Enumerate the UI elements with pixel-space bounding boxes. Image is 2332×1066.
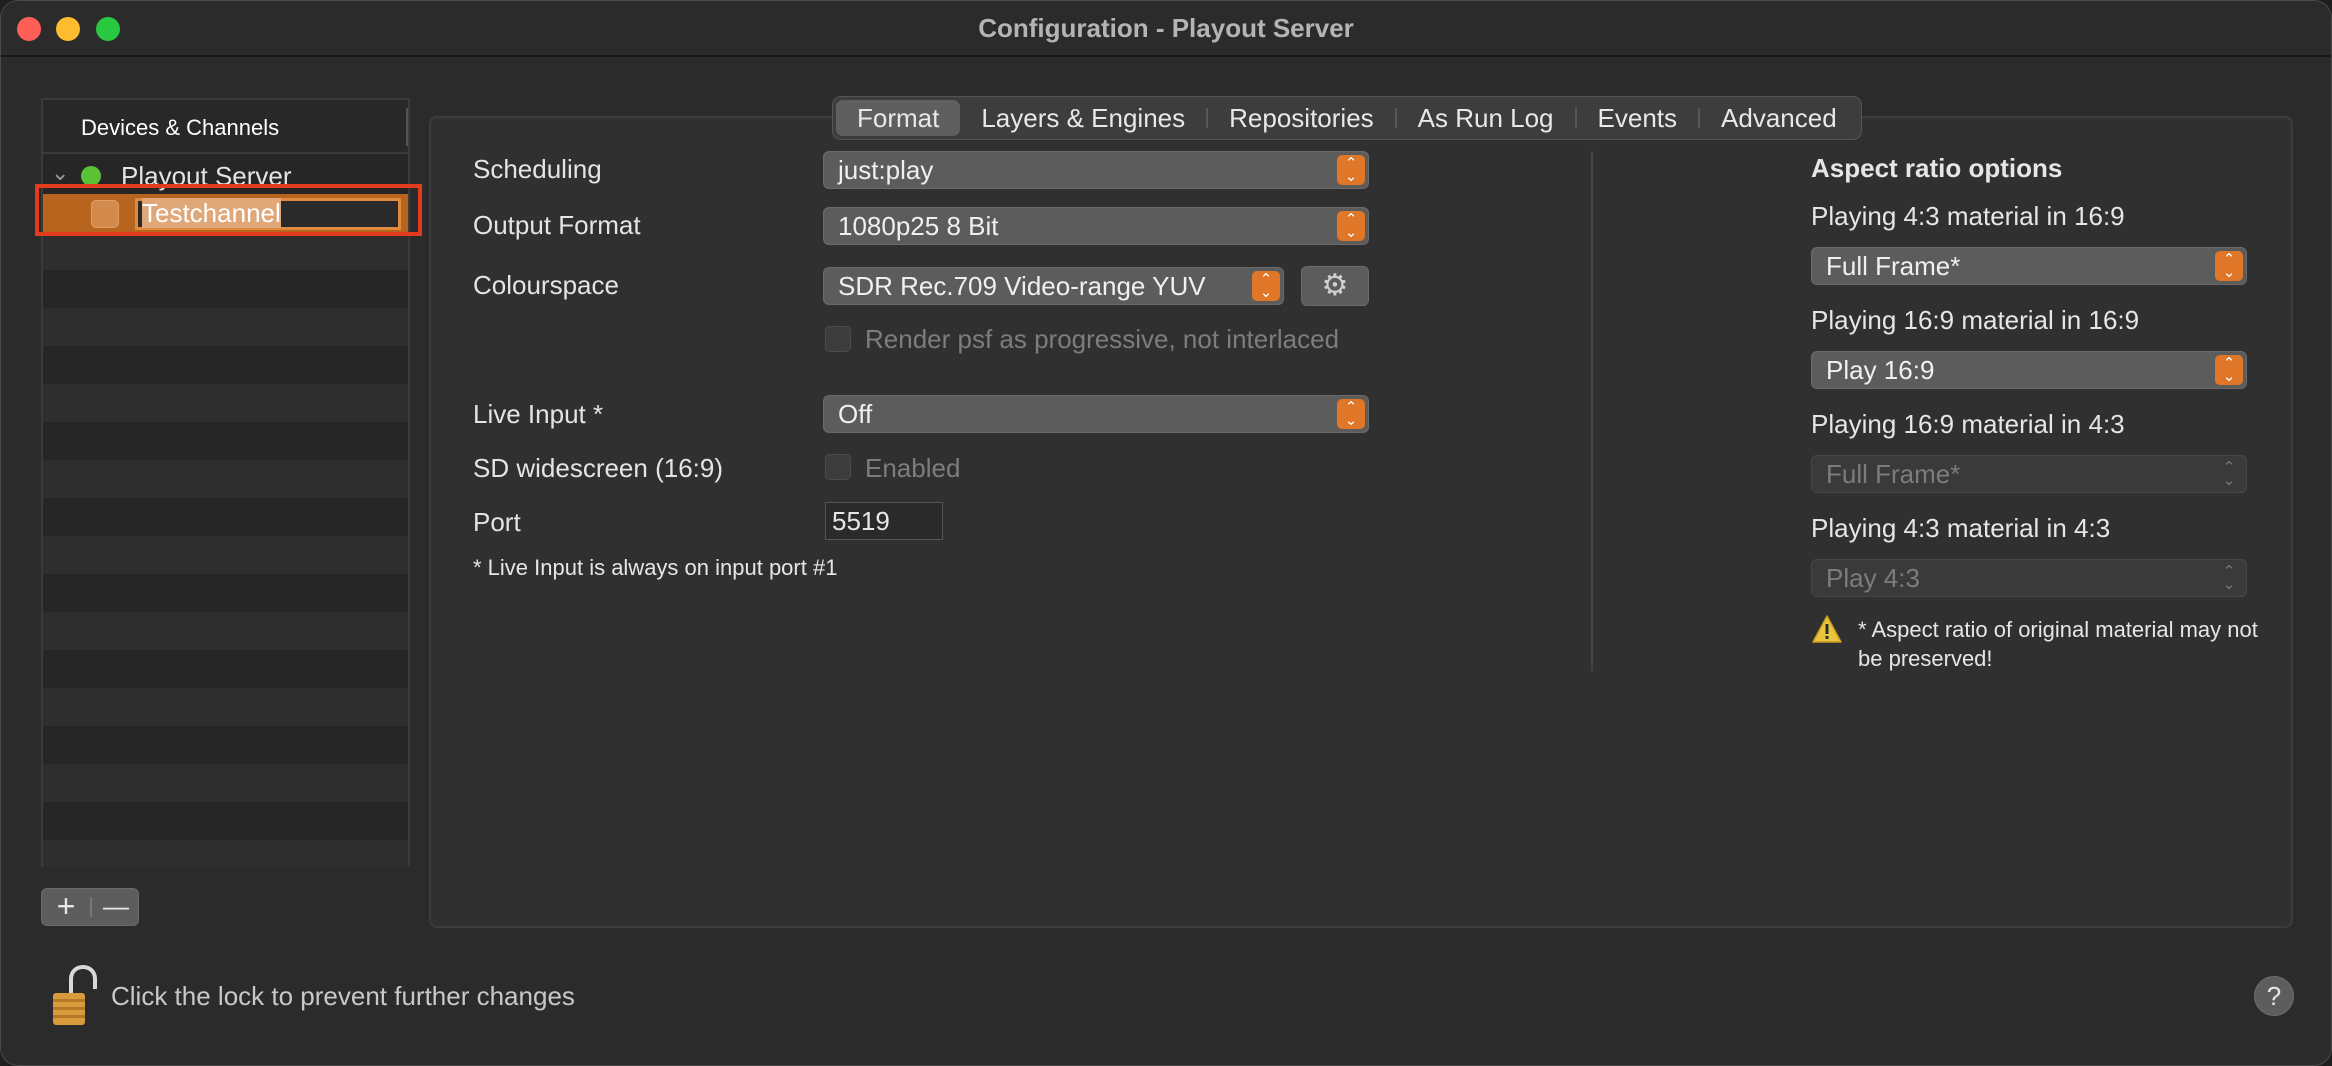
list-stripe [43,232,408,270]
aspect-select-value: Full Frame* [1826,459,1961,489]
sd-widescreen-checkbox[interactable] [825,454,851,480]
colourspace-value: SDR Rec.709 Video-range YUV [838,271,1206,301]
status-dot-icon [81,166,101,186]
list-stripe [43,612,408,650]
live-input-note: * Live Input is always on input port #1 [473,555,838,580]
sd-widescreen-enabled-label: Enabled [865,453,961,483]
list-header: Devices & Channels [43,100,408,154]
list-stripe [43,840,408,867]
stepper-icon: ⌃ ⌄ [1337,211,1365,241]
stepper-icon: ⌃ ⌄ [2222,459,2236,489]
tab-advanced[interactable]: Advanced [1700,100,1858,136]
lock-status-text: Click the lock to prevent further change… [111,981,575,1011]
list-stripe [43,460,408,498]
tab-layers-engines[interactable]: Layers & Engines [960,100,1206,136]
tab-as-run-log[interactable]: As Run Log [1397,100,1575,136]
output-format-select[interactable]: 1080p25 8 Bit ⌃ ⌄ [823,207,1369,245]
help-button[interactable]: ? [2254,976,2294,1016]
scheduling-label: Scheduling [473,154,602,184]
aspect-title: Aspect ratio options [1811,153,2063,183]
tab-format[interactable]: Format [836,100,961,136]
tab-repositories[interactable]: Repositories [1208,100,1395,136]
warning-icon [1812,615,1842,643]
list-stripe [43,688,408,726]
stepper-icon: ⌃ ⌄ [1337,155,1365,185]
list-stripe [43,536,408,574]
title-bar: Configuration - Playout Server [1,1,2331,57]
port-label: Port [473,507,521,537]
colourspace-label: Colourspace [473,270,619,300]
stepper-icon: ⌃ ⌄ [1252,271,1280,301]
add-remove-control: + — [41,888,139,926]
port-input[interactable]: 5519 [825,502,943,540]
aspect-option-label: Playing 4:3 material in 16:9 [1811,201,2125,231]
sd-widescreen-label: SD widescreen (16:9) [473,453,723,483]
aspect-option-label: Playing 4:3 material in 4:3 [1811,513,2111,543]
stepper-icon: ⌃ ⌄ [2215,355,2243,385]
aspect-warning-text: * Aspect ratio of original material may … [1858,617,2258,671]
tab-events[interactable]: Events [1577,100,1699,136]
aspect-4-3-in-16-9-select[interactable]: Full Frame* ⌃ ⌄ [1811,247,2247,285]
list-stripe [43,308,408,346]
scheduling-select[interactable]: just:play ⌃ ⌄ [823,151,1369,189]
aspect-select-value: Full Frame* [1826,251,1961,281]
colourspace-select[interactable]: SDR Rec.709 Video-range YUV ⌃ ⌄ [823,267,1284,305]
aspect-16-9-in-4-3-select: Full Frame* ⌃ ⌄ [1811,455,2247,493]
configuration-window: Configuration - Playout Server Devices &… [0,0,2332,1066]
list-stripe [43,764,408,802]
aspect-option-label: Playing 16:9 material in 16:9 [1811,305,2140,335]
lock-open-icon[interactable] [51,965,99,1027]
list-stripe [43,384,408,422]
aspect-select-value: Play 16:9 [1826,355,1935,385]
live-input-value: Off [838,399,873,429]
aspect-option-label: Playing 16:9 material in 4:3 [1811,409,2125,439]
stepper-icon: ⌃ ⌄ [2215,251,2243,281]
output-format-label: Output Format [473,210,641,240]
scheduling-value: just:play [838,155,934,185]
list-header-label: Devices & Channels [81,115,280,140]
vertical-divider [1591,151,1593,671]
output-format-value: 1080p25 8 Bit [838,211,999,241]
remove-channel-button[interactable]: — [92,889,140,925]
live-input-label: Live Input * [473,399,604,429]
stepper-icon: ⌃ ⌄ [1337,399,1365,429]
render-psf-label: Render psf as progressive, not interlace… [865,324,1340,354]
tab-bar: Format Layers & Engines Repositories As … [832,96,1862,140]
column-divider [406,108,408,146]
colourspace-settings-button[interactable]: ⚙ [1301,266,1369,306]
window-title: Configuration - Playout Server [978,13,1354,43]
add-channel-button[interactable]: + [42,889,90,925]
aspect-select-value: Play 4:3 [1826,563,1920,593]
chevron-down-icon[interactable]: ⌄ [51,160,69,186]
highlight-annotation [35,184,422,236]
aspect-16-9-in-16-9-select[interactable]: Play 16:9 ⌃ ⌄ [1811,351,2247,389]
gear-icon: ⚙ [1321,269,1349,302]
stepper-icon: ⌃ ⌄ [2222,563,2236,593]
live-input-select[interactable]: Off ⌃ ⌄ [823,395,1369,433]
render-psf-checkbox[interactable] [825,326,851,352]
aspect-4-3-in-4-3-select: Play 4:3 ⌃ ⌄ [1811,559,2247,597]
